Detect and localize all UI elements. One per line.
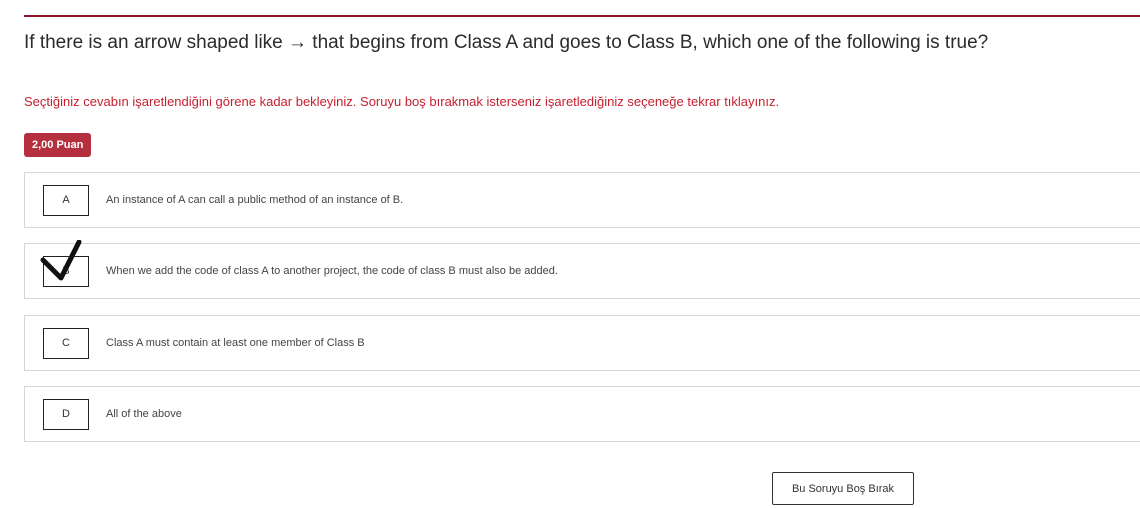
option-letter-a[interactable]: A (43, 185, 89, 216)
points-badge: 2,00 Puan (24, 133, 92, 157)
option-b[interactable]: B When we add the code of class A to ano… (24, 240, 1140, 299)
option-letter-c[interactable]: C (43, 328, 89, 359)
option-a[interactable]: A An instance of A can call a public met… (24, 172, 1140, 228)
top-divider (24, 15, 1140, 17)
option-c[interactable]: C Class A must contain at least one memb… (24, 315, 1140, 371)
option-d[interactable]: D All of the above (24, 386, 1140, 442)
option-text-a: An instance of A can call a public metho… (106, 194, 404, 206)
option-letter-d[interactable]: D (43, 399, 89, 430)
question-text: If there is an arrow shaped like → that … (24, 32, 989, 53)
option-text-d: All of the above (106, 408, 182, 420)
option-letter-b[interactable]: B (43, 256, 89, 287)
instruction-text: Seçtiğiniz cevabın işaretlendiğini gören… (24, 94, 780, 109)
option-text-b: When we add the code of class A to anoth… (106, 265, 558, 277)
skip-question-button[interactable]: Bu Soruyu Boş Bırak (772, 472, 914, 505)
option-text-c: Class A must contain at least one member… (106, 337, 365, 349)
